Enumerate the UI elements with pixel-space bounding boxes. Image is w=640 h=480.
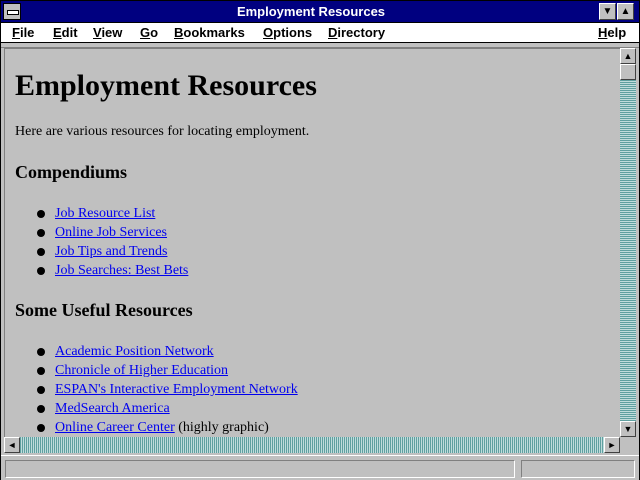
list-item: Job Searches: Best Bets	[15, 261, 188, 280]
horizontal-scrollbar[interactable]: ◄ ►	[4, 437, 620, 453]
scroll-down-button[interactable]: ▼	[620, 421, 636, 437]
useful-resources-list: Academic Position Network Chronicle of H…	[15, 342, 298, 437]
link-online-job-services[interactable]: Online Job Services	[55, 225, 167, 240]
link-medsearch-america[interactable]: MedSearch America	[55, 401, 170, 416]
menu-directory[interactable]: Directory	[328, 23, 385, 42]
link-job-searches-best-bets[interactable]: Job Searches: Best Bets	[55, 263, 188, 278]
bullet-icon	[37, 248, 45, 256]
list-item: Academic Position Network	[15, 342, 298, 361]
link-online-career-center[interactable]: Online Career Center	[55, 420, 175, 435]
status-bar	[1, 455, 639, 480]
menu-bookmarks[interactable]: Bookmarks	[174, 23, 245, 42]
minimize-button[interactable]: ▼	[599, 3, 616, 20]
list-item: Chronicle of Higher Education	[15, 361, 298, 380]
scroll-right-button[interactable]: ►	[604, 437, 620, 453]
bullet-icon	[37, 210, 45, 218]
list-item: Job Tips and Trends	[15, 242, 188, 261]
title-bar[interactable]: Employment Resources ▼ ▲	[1, 1, 639, 23]
link-note: (highly graphic)	[174, 420, 269, 435]
link-job-tips-and-trends[interactable]: Job Tips and Trends	[55, 244, 167, 259]
vertical-scrollbar[interactable]: ▲ ▼	[620, 48, 636, 437]
link-chronicle-higher-education[interactable]: Chronicle of Higher Education	[55, 363, 228, 378]
page-heading: Employment Resources	[15, 69, 317, 102]
list-item: Online Career Center (highly graphic)	[15, 418, 298, 437]
list-item: ESPAN's Interactive Employment Network	[15, 380, 298, 399]
scrollbar-corner	[620, 437, 636, 453]
menu-options[interactable]: Options	[263, 23, 312, 42]
link-espan-employment-network[interactable]: ESPAN's Interactive Employment Network	[55, 382, 298, 397]
list-item: MedSearch America	[15, 399, 298, 418]
bullet-icon	[37, 367, 45, 375]
document-view[interactable]: Employment Resources Here are various re…	[4, 48, 621, 438]
section-heading-useful-resources: Some Useful Resources	[15, 300, 193, 320]
menu-view[interactable]: View	[93, 23, 122, 42]
list-item: Online Job Services	[15, 223, 188, 242]
menu-file[interactable]: File	[12, 23, 34, 42]
maximize-button[interactable]: ▲	[617, 3, 634, 20]
vertical-scroll-thumb[interactable]	[620, 64, 636, 80]
menu-bar: File Edit View Go Bookmarks Options Dire…	[1, 23, 639, 43]
menu-help[interactable]: Help	[598, 23, 626, 42]
scroll-left-button[interactable]: ◄	[4, 437, 20, 453]
menu-go[interactable]: Go	[140, 23, 158, 42]
compendiums-list: Job Resource List Online Job Services Jo…	[15, 204, 188, 280]
link-academic-position-network[interactable]: Academic Position Network	[55, 344, 214, 359]
window-title: Employment Resources	[236, 4, 386, 19]
scroll-up-button[interactable]: ▲	[620, 48, 636, 64]
bullet-icon	[37, 424, 45, 432]
browser-window: Employment Resources ▼ ▲ File Edit View …	[0, 0, 640, 480]
status-message	[5, 460, 515, 478]
intro-text: Here are various resources for locating …	[15, 124, 310, 139]
section-heading-compendiums: Compendiums	[15, 162, 128, 182]
progress-indicator	[521, 460, 635, 478]
bullet-icon	[37, 405, 45, 413]
bullet-icon	[37, 348, 45, 356]
bullet-icon	[37, 386, 45, 394]
menu-edit[interactable]: Edit	[53, 23, 78, 42]
bullet-icon	[37, 267, 45, 275]
link-job-resource-list[interactable]: Job Resource List	[55, 206, 155, 221]
bullet-icon	[37, 229, 45, 237]
list-item: Job Resource List	[15, 204, 188, 223]
